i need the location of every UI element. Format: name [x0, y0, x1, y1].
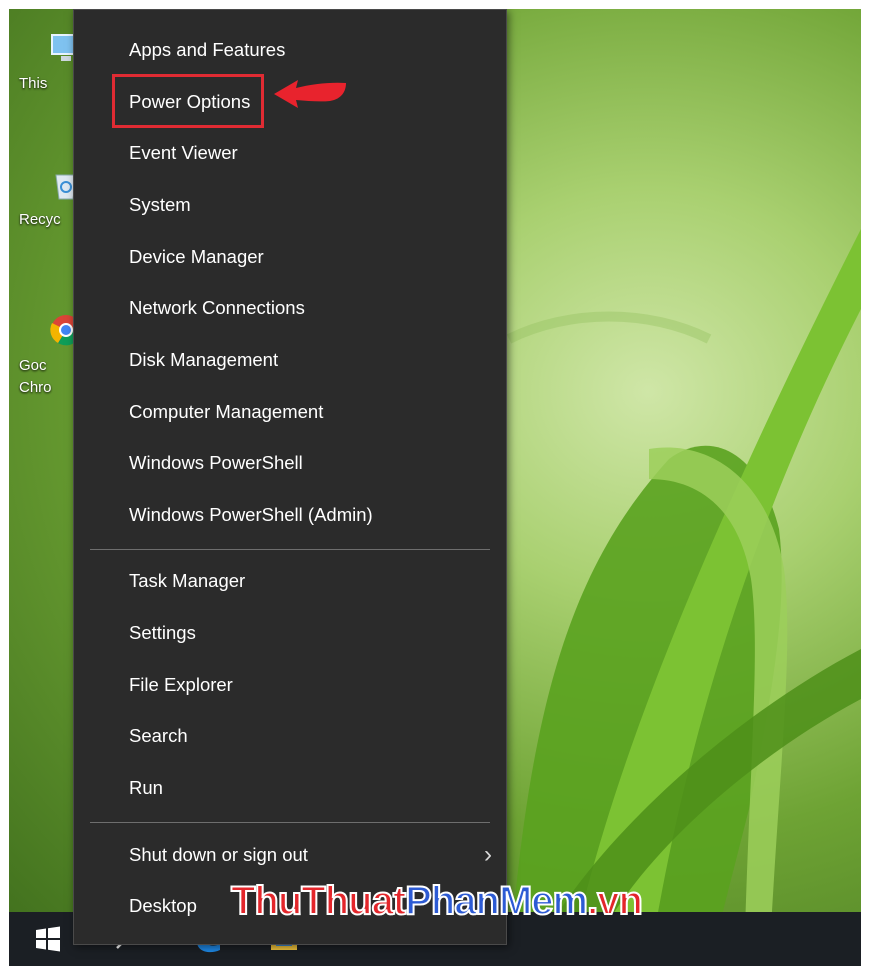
chevron-right-icon: ›: [484, 841, 492, 868]
watermark-logo: ThuThuatPhanMem.vn: [230, 878, 644, 924]
menu-item-system[interactable]: System: [74, 179, 506, 231]
winx-context-menu: Apps and Features Power Options Event Vi…: [73, 9, 507, 945]
red-pointer-arrow-icon: [274, 80, 346, 108]
menu-separator: [90, 822, 490, 823]
menu-item-task-manager[interactable]: Task Manager: [74, 555, 506, 607]
menu-item-computer-management[interactable]: Computer Management: [74, 386, 506, 438]
menu-item-apps-and-features[interactable]: Apps and Features: [74, 24, 506, 76]
windows-start-icon[interactable]: [31, 922, 65, 956]
menu-item-windows-powershell-admin[interactable]: Windows PowerShell (Admin): [74, 489, 506, 541]
menu-item-search[interactable]: Search: [74, 710, 506, 762]
watermark-part2: PhanMem: [404, 878, 589, 924]
menu-item-settings[interactable]: Settings: [74, 607, 506, 659]
menu-item-windows-powershell[interactable]: Windows PowerShell: [74, 437, 506, 489]
menu-item-disk-management[interactable]: Disk Management: [74, 334, 506, 386]
menu-item-event-viewer[interactable]: Event Viewer: [74, 127, 506, 179]
menu-separator: [90, 549, 490, 550]
watermark-part3: .vn: [586, 878, 644, 924]
menu-item-network-connections[interactable]: Network Connections: [74, 282, 506, 334]
screenshot-frame: This Recyc Goc Chro Apps and Features Po…: [9, 9, 861, 966]
menu-item-shut-down-or-sign-out[interactable]: Shut down or sign out ›: [74, 829, 506, 881]
menu-item-label: Shut down or sign out: [129, 844, 308, 865]
menu-item-file-explorer[interactable]: File Explorer: [74, 659, 506, 711]
power-options-highlight-box: [112, 74, 264, 128]
watermark-part1: ThuThuat: [230, 878, 407, 924]
menu-item-run[interactable]: Run: [74, 762, 506, 814]
menu-item-device-manager[interactable]: Device Manager: [74, 231, 506, 283]
